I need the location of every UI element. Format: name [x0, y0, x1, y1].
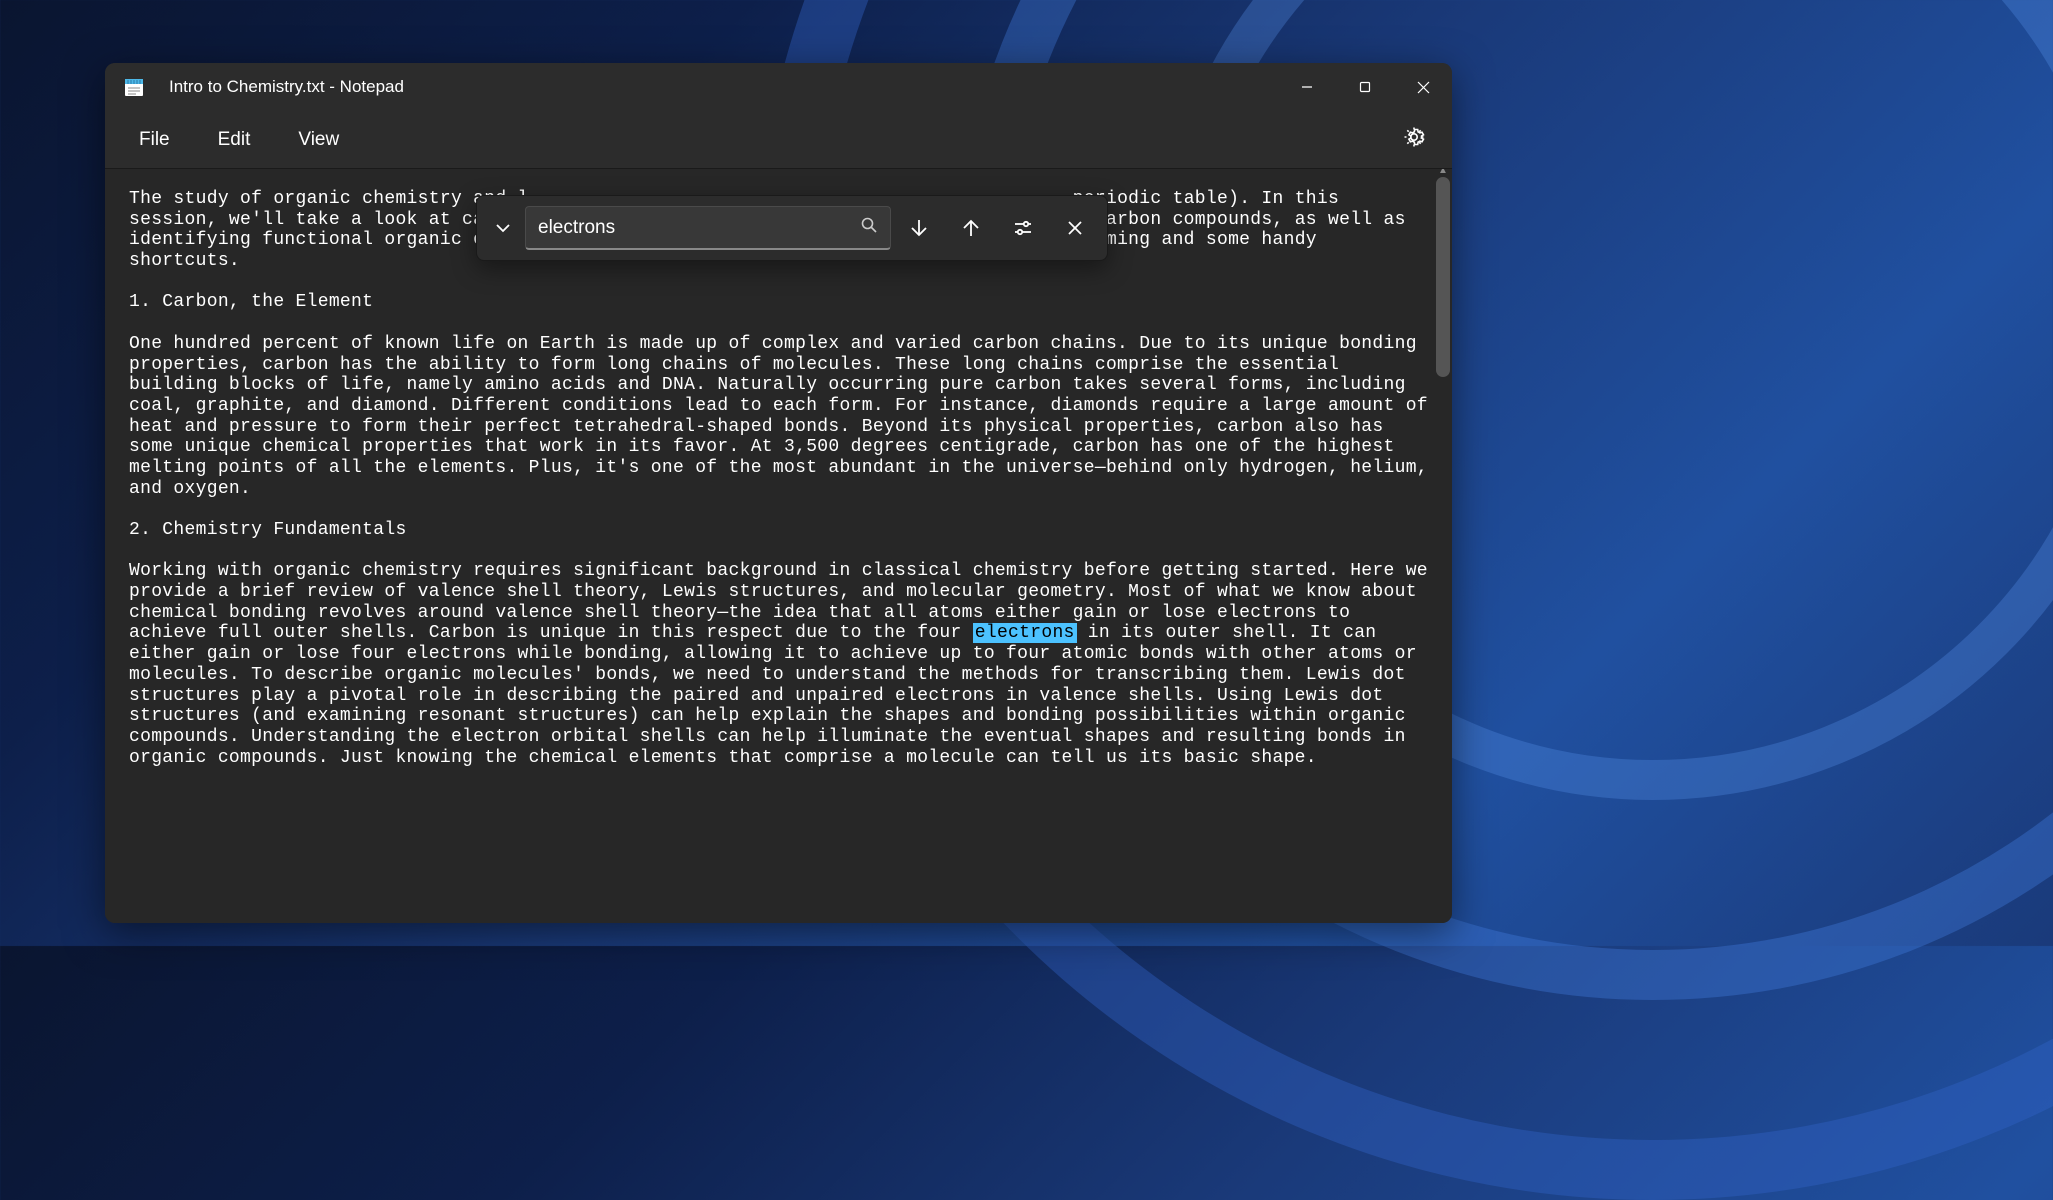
- maximize-button[interactable]: [1336, 63, 1394, 111]
- find-bar: [476, 195, 1108, 261]
- window-title: Intro to Chemistry.txt - Notepad: [169, 77, 1278, 97]
- window-controls: [1278, 63, 1452, 111]
- find-next-button[interactable]: [895, 206, 943, 250]
- minimize-button[interactable]: [1278, 63, 1336, 111]
- text-content[interactable]: The study of organic chemistry and l per…: [105, 169, 1452, 788]
- menu-file[interactable]: File: [125, 121, 184, 159]
- search-input[interactable]: [538, 217, 860, 239]
- notepad-app-icon: [123, 76, 145, 98]
- find-close-button[interactable]: [1051, 206, 1099, 250]
- vertical-scrollbar-thumb[interactable]: [1436, 177, 1450, 377]
- scrollbar-up-arrow[interactable]: ▲: [1436, 169, 1450, 177]
- notepad-window: Intro to Chemistry.txt - Notepad File Ed…: [105, 63, 1452, 923]
- search-icon[interactable]: [860, 216, 878, 239]
- menu-edit[interactable]: Edit: [204, 121, 265, 159]
- search-highlight: electrons: [973, 623, 1077, 643]
- title-bar[interactable]: Intro to Chemistry.txt - Notepad: [105, 63, 1452, 111]
- menu-bar: File Edit View: [105, 111, 1452, 169]
- editor-area[interactable]: The study of organic chemistry and l per…: [105, 169, 1452, 923]
- find-previous-button[interactable]: [947, 206, 995, 250]
- menu-view[interactable]: View: [284, 121, 353, 159]
- search-input-wrap: [525, 206, 891, 250]
- expand-replace-button[interactable]: [485, 206, 521, 250]
- close-button[interactable]: [1394, 63, 1452, 111]
- find-options-button[interactable]: [999, 206, 1047, 250]
- settings-button[interactable]: [1394, 117, 1434, 162]
